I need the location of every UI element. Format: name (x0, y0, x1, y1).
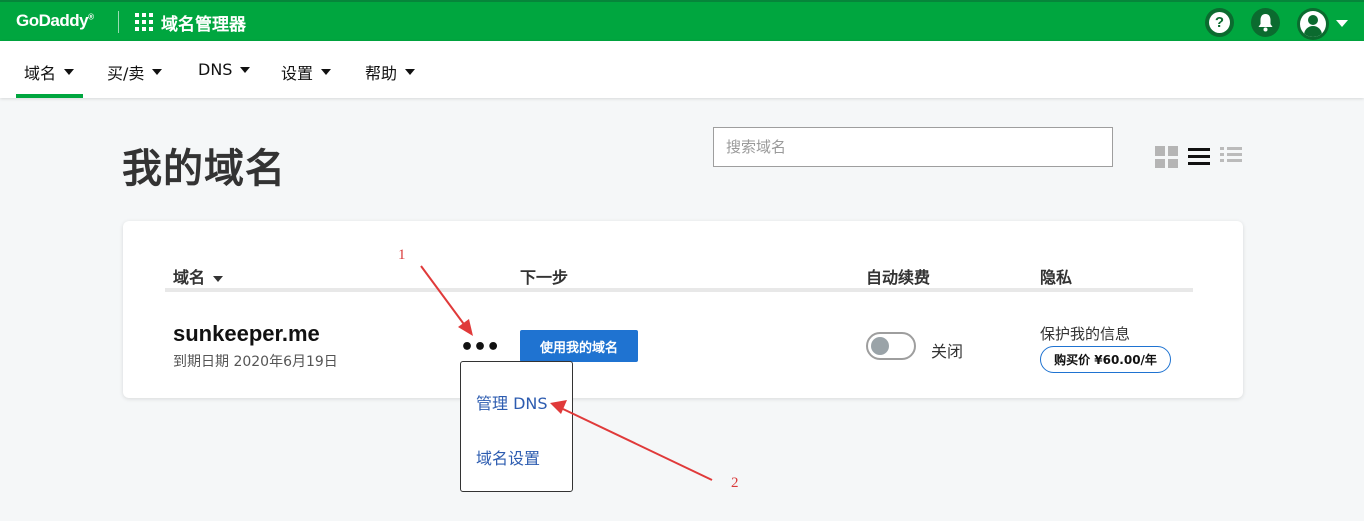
avatar-glyph (1300, 11, 1326, 37)
main-nav: 域名 买/卖 DNS 设置 帮助 (0, 41, 1364, 98)
privacy-label: 保护我的信息 (1040, 325, 1131, 343)
column-header-auto-renew: 自动续费 (866, 268, 931, 287)
auto-renew-toggle[interactable] (866, 332, 916, 360)
nav-label: 设置 (281, 64, 314, 83)
column-header-domain[interactable]: 域名 (173, 264, 224, 288)
godaddy-logo[interactable]: GoDaddy® (16, 11, 94, 31)
annotation-label-2: 2 (731, 475, 739, 491)
annotation-arrow-2 (550, 400, 713, 481)
auto-renew-state: 关闭 (931, 342, 964, 361)
compact-list-icon[interactable] (1220, 147, 1242, 167)
nav-item-help[interactable]: 帮助 (365, 60, 416, 84)
expiry-date: 到期日期 2020年6月19日 (173, 354, 338, 370)
domain-name-link[interactable]: sunkeeper.me (173, 321, 320, 347)
bell-glyph (1258, 14, 1273, 32)
nav-item-dns[interactable]: DNS (198, 60, 251, 79)
header-label: 域名 (173, 268, 206, 287)
nav-label: 帮助 (365, 64, 398, 83)
more-options-menu: 管理 DNS 域名设置 (460, 361, 573, 492)
nav-label: 域名 (24, 64, 57, 83)
use-my-domain-button[interactable]: 使用我的域名 (520, 330, 638, 362)
brand-name: GoDaddy (16, 11, 89, 30)
header-divider (165, 288, 1193, 292)
avatar-icon[interactable] (1297, 8, 1329, 40)
chevron-down-icon[interactable] (1336, 20, 1348, 27)
help-icon[interactable]: ? (1205, 8, 1234, 37)
column-header-privacy: 隐私 (1040, 268, 1073, 287)
caret-down-icon (240, 66, 251, 73)
nav-label: 买/卖 (107, 64, 145, 83)
caret-down-icon (152, 69, 163, 75)
app-title[interactable]: 域名管理器 (161, 10, 246, 35)
nav-item-buy-sell[interactable]: 买/卖 (107, 60, 163, 84)
search-input[interactable] (713, 127, 1113, 167)
grid-view-icon[interactable] (1155, 146, 1178, 168)
more-options-icon[interactable]: ••• (460, 337, 500, 359)
caret-down-icon (64, 69, 75, 75)
brand-mark: ® (88, 12, 94, 22)
caret-down-icon (321, 69, 332, 75)
annotation-label-1: 1 (398, 247, 406, 263)
help-glyph: ? (1209, 12, 1230, 33)
nav-label: DNS (198, 60, 233, 79)
nav-item-domains[interactable]: 域名 (24, 60, 75, 84)
toggle-knob (871, 337, 889, 355)
nav-item-settings[interactable]: 设置 (281, 60, 332, 84)
buy-privacy-button[interactable]: 购买价 ¥60.00/年 (1040, 346, 1171, 373)
caret-down-icon (405, 69, 416, 75)
top-bar: GoDaddy® 域名管理器 ? (0, 0, 1364, 41)
apps-icon[interactable] (135, 13, 153, 31)
page-title: 我的域名 (122, 146, 286, 192)
list-view-icon[interactable] (1188, 148, 1210, 166)
menu-item-domain-settings[interactable]: 域名设置 (476, 445, 540, 469)
bell-icon[interactable] (1251, 8, 1280, 37)
column-header-next-step: 下一步 (520, 268, 569, 287)
menu-item-manage-dns[interactable]: 管理 DNS (476, 390, 548, 414)
brand-divider (118, 11, 119, 33)
nav-active-indicator (16, 94, 83, 98)
sort-caret-icon (213, 275, 224, 282)
